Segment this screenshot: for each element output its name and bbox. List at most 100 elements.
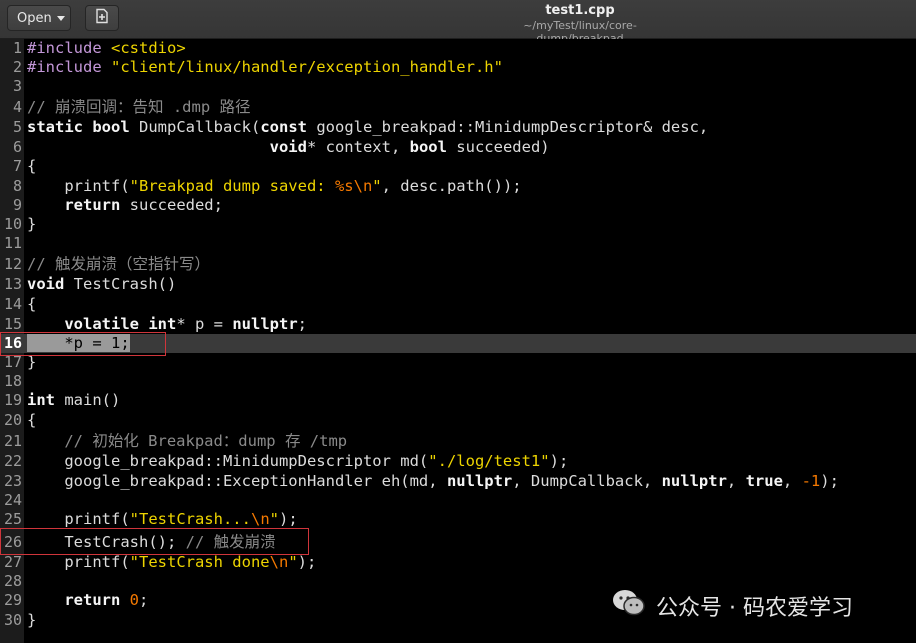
- code-token: ;: [139, 591, 149, 609]
- code-editor[interactable]: 1 #include <cstdio> 2 #include "client/linu…: [0, 39, 916, 643]
- code-token: void: [269, 138, 307, 156]
- highlight-box-line-26: [0, 528, 309, 555]
- line-number: 10: [3, 215, 22, 233]
- code-text: google_breakpad::ExceptionHandler eh(md,…: [27, 472, 839, 491]
- code-token: );: [279, 510, 298, 528]
- code-line: 21 // 初始化 Breakpad：dump 存 /tmp: [0, 432, 916, 451]
- code-token: 0: [129, 591, 139, 609]
- code-token: );: [549, 452, 569, 470]
- watermark: 公众号 · 码农爱学习: [612, 588, 853, 624]
- code-line: 24: [0, 491, 916, 510]
- open-button-label: Open: [17, 10, 52, 26]
- code-text: printf("TestCrash...\n");: [27, 510, 298, 529]
- open-button[interactable]: Open: [7, 5, 71, 31]
- code-text: // 初始化 Breakpad：dump 存 /tmp: [27, 432, 347, 451]
- code-token: * p =: [176, 315, 233, 333]
- line-number: 7: [12, 157, 22, 175]
- code-token: \n: [250, 510, 270, 528]
- code-token: "TestCrash...: [129, 510, 251, 528]
- code-text: // 崩溃回调：告知 .dmp 路径: [27, 98, 251, 117]
- code-token: nullptr: [446, 472, 513, 490]
- header-bar: Open test1.cpp ~/myTest/linux/core-dump/…: [0, 0, 916, 45]
- code-token: {: [27, 157, 37, 175]
- code-token: "Breakpad dump saved:: [129, 177, 335, 195]
- code-line: 8 printf("Breakpad dump saved: %s\n", de…: [0, 177, 916, 196]
- code-token: google_breakpad::MinidumpDescriptor md(: [27, 452, 429, 470]
- code-token: {: [27, 411, 37, 429]
- code-token: int: [27, 391, 65, 409]
- new-document-button[interactable]: [85, 5, 119, 31]
- line-number: 18: [3, 372, 22, 390]
- code-text: static bool DumpCallback(const google_br…: [27, 118, 708, 137]
- code-token: // 初始化 Breakpad：dump 存 /tmp: [64, 432, 348, 450]
- code-token: // 触发崩溃（空指针写）: [27, 255, 210, 273]
- code-line: 6 void* context, bool succeeded): [0, 138, 916, 157]
- code-token: DumpCallback(: [139, 118, 261, 136]
- code-line: 10}: [0, 215, 916, 234]
- code-token: }: [27, 215, 37, 233]
- code-token: , desc.path());: [381, 177, 522, 195]
- code-token: printf(: [27, 553, 130, 571]
- line-number: 25: [3, 510, 22, 528]
- code-token: main(): [64, 391, 121, 409]
- code-text: int main(): [27, 391, 120, 410]
- code-token: int: [148, 315, 177, 333]
- code-token: succeeded): [456, 138, 550, 156]
- code-line: 9 return succeeded;: [0, 196, 916, 215]
- code-token: , DumpCallback,: [512, 472, 662, 490]
- code-text: printf("TestCrash done\n");: [27, 553, 316, 572]
- code-line: 11: [0, 234, 916, 253]
- code-line: 4 // 崩溃回调：告知 .dmp 路径: [0, 98, 916, 117]
- code-line: 3: [0, 77, 916, 96]
- code-token: %s\n: [334, 177, 373, 195]
- code-text: void* context, bool succeeded): [27, 138, 550, 157]
- code-token: "client/linux/handler/exception_handler.…: [111, 58, 503, 76]
- line-number: 11: [3, 234, 22, 252]
- line-number: 14: [3, 295, 22, 313]
- line-number: 2: [12, 58, 22, 76]
- line-number: 3: [12, 77, 22, 95]
- line-number: 5: [12, 118, 22, 136]
- new-document-icon: [94, 8, 110, 28]
- code-line: 18: [0, 372, 916, 391]
- highlight-box-line-16: [0, 332, 166, 356]
- line-number: 28: [3, 572, 22, 590]
- code-text: {: [27, 157, 36, 176]
- code-token: }: [27, 611, 37, 629]
- line-number: 6: [12, 138, 22, 156]
- code-token: return: [64, 591, 130, 609]
- code-line: 23 google_breakpad::ExceptionHandler eh(…: [0, 472, 916, 491]
- code-token: #include: [27, 58, 111, 76]
- code-token: printf(: [27, 510, 130, 528]
- line-number: 1: [12, 39, 22, 57]
- line-number: 22: [3, 452, 22, 470]
- code-text: #include "client/linux/handler/exception…: [27, 58, 503, 77]
- code-token: bool: [92, 118, 139, 136]
- line-number: 8: [12, 177, 22, 195]
- line-number: 30: [3, 611, 22, 629]
- chevron-down-icon: [56, 15, 65, 21]
- code-line: 20 {: [0, 411, 916, 430]
- line-number: 20: [3, 411, 22, 429]
- code-token: bool: [409, 138, 457, 156]
- line-number: 19: [3, 391, 22, 409]
- code-text: google_breakpad::MinidumpDescriptor md("…: [27, 452, 568, 471]
- code-token: void: [27, 275, 74, 293]
- line-number: 27: [3, 553, 22, 571]
- code-token: google_breakpad::MinidumpDescriptor& des…: [316, 118, 709, 136]
- code-token: volatile: [64, 315, 149, 333]
- code-token: ": [372, 177, 382, 195]
- code-text: {: [27, 295, 36, 314]
- line-number: 12: [3, 255, 22, 273]
- code-token: true: [745, 472, 783, 490]
- wechat-icon: [612, 588, 646, 624]
- code-line: 2 #include "client/linux/handler/exceptio…: [0, 58, 916, 77]
- code-line: 7{: [0, 157, 916, 176]
- code-token: #include: [27, 39, 111, 57]
- code-line: 25 printf("TestCrash...\n");: [0, 510, 916, 529]
- code-token: nullptr: [661, 472, 727, 490]
